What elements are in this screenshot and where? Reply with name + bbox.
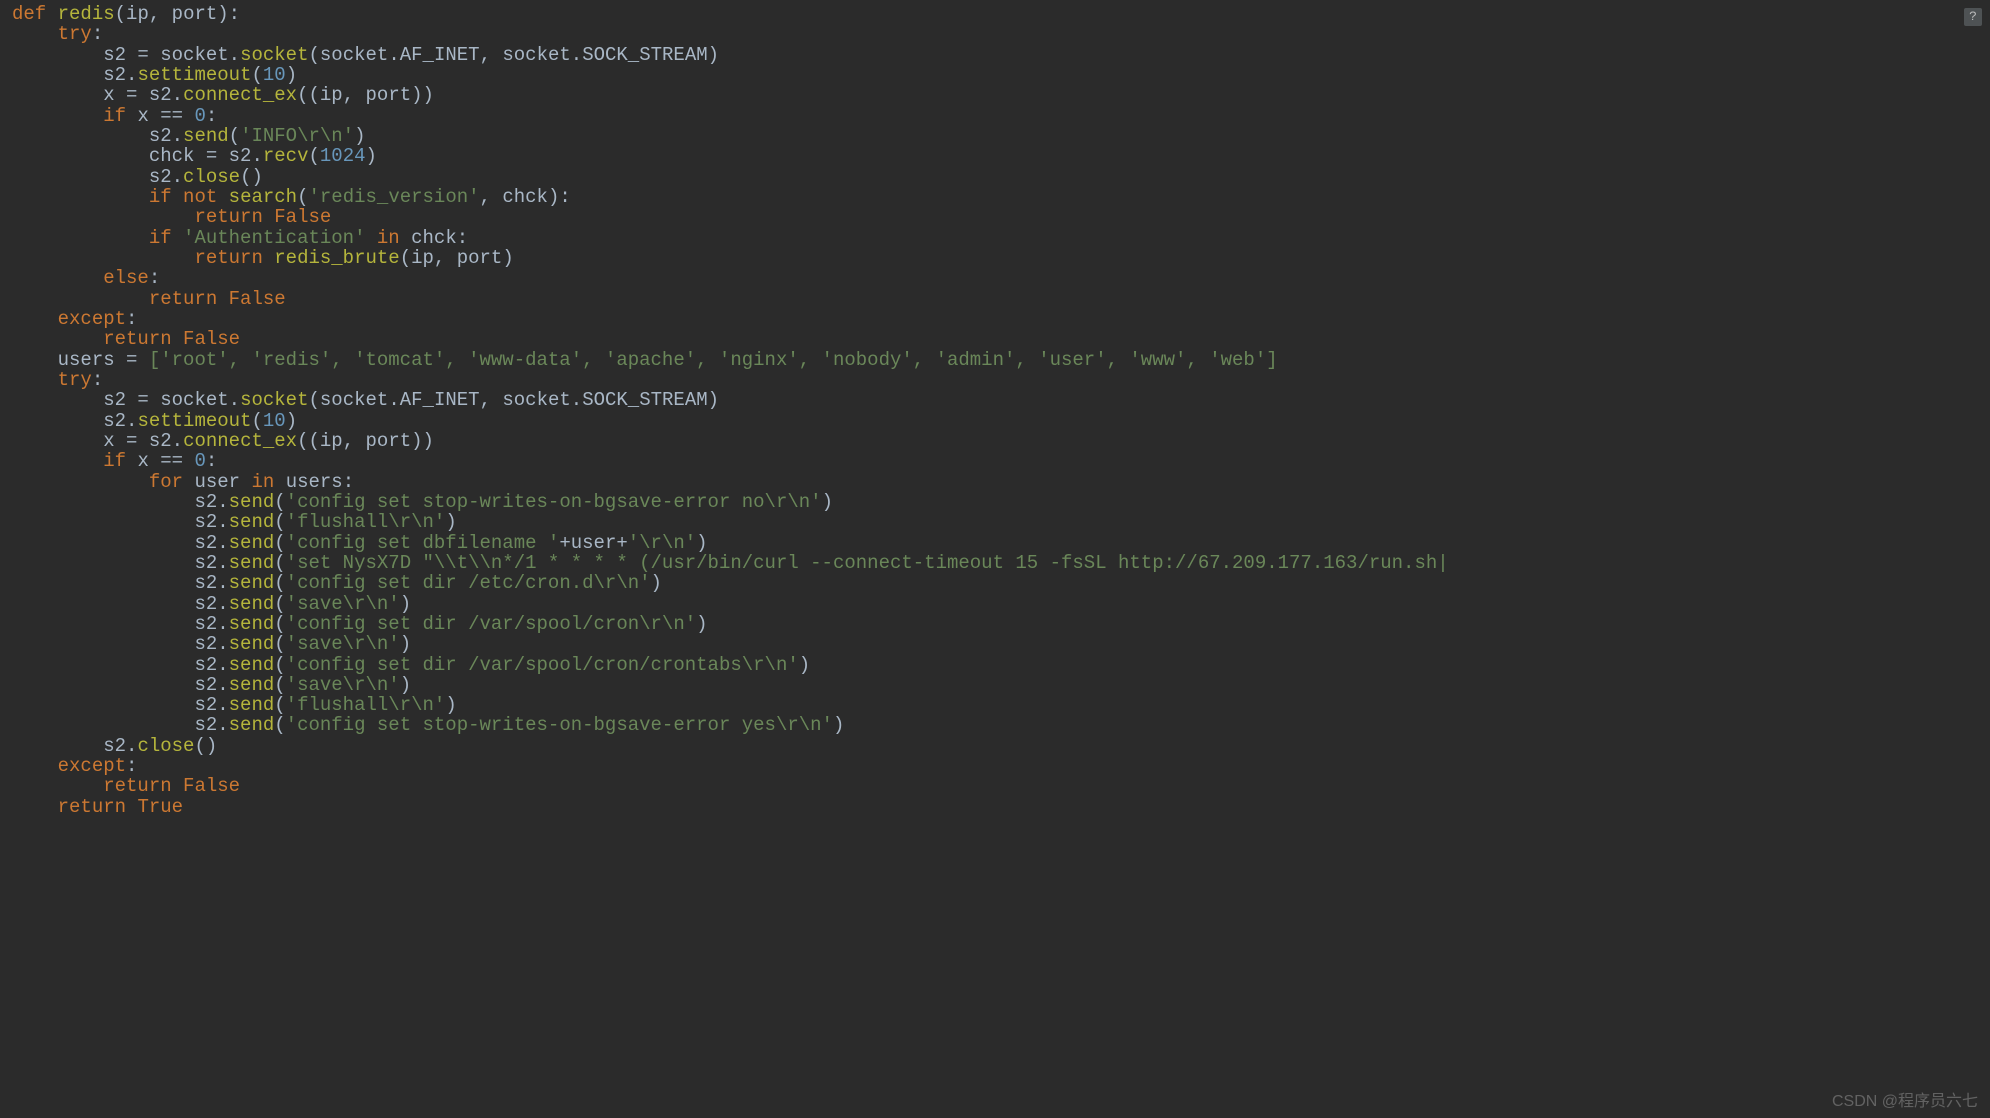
- function-name: redis: [58, 3, 115, 25]
- watermark-text: CSDN @程序员六七: [1832, 1093, 1978, 1110]
- help-icon[interactable]: ?: [1964, 8, 1982, 26]
- code-block: def redis(ip, port): try: s2 = socket.so…: [12, 4, 1978, 817]
- keyword-def: def: [12, 3, 46, 25]
